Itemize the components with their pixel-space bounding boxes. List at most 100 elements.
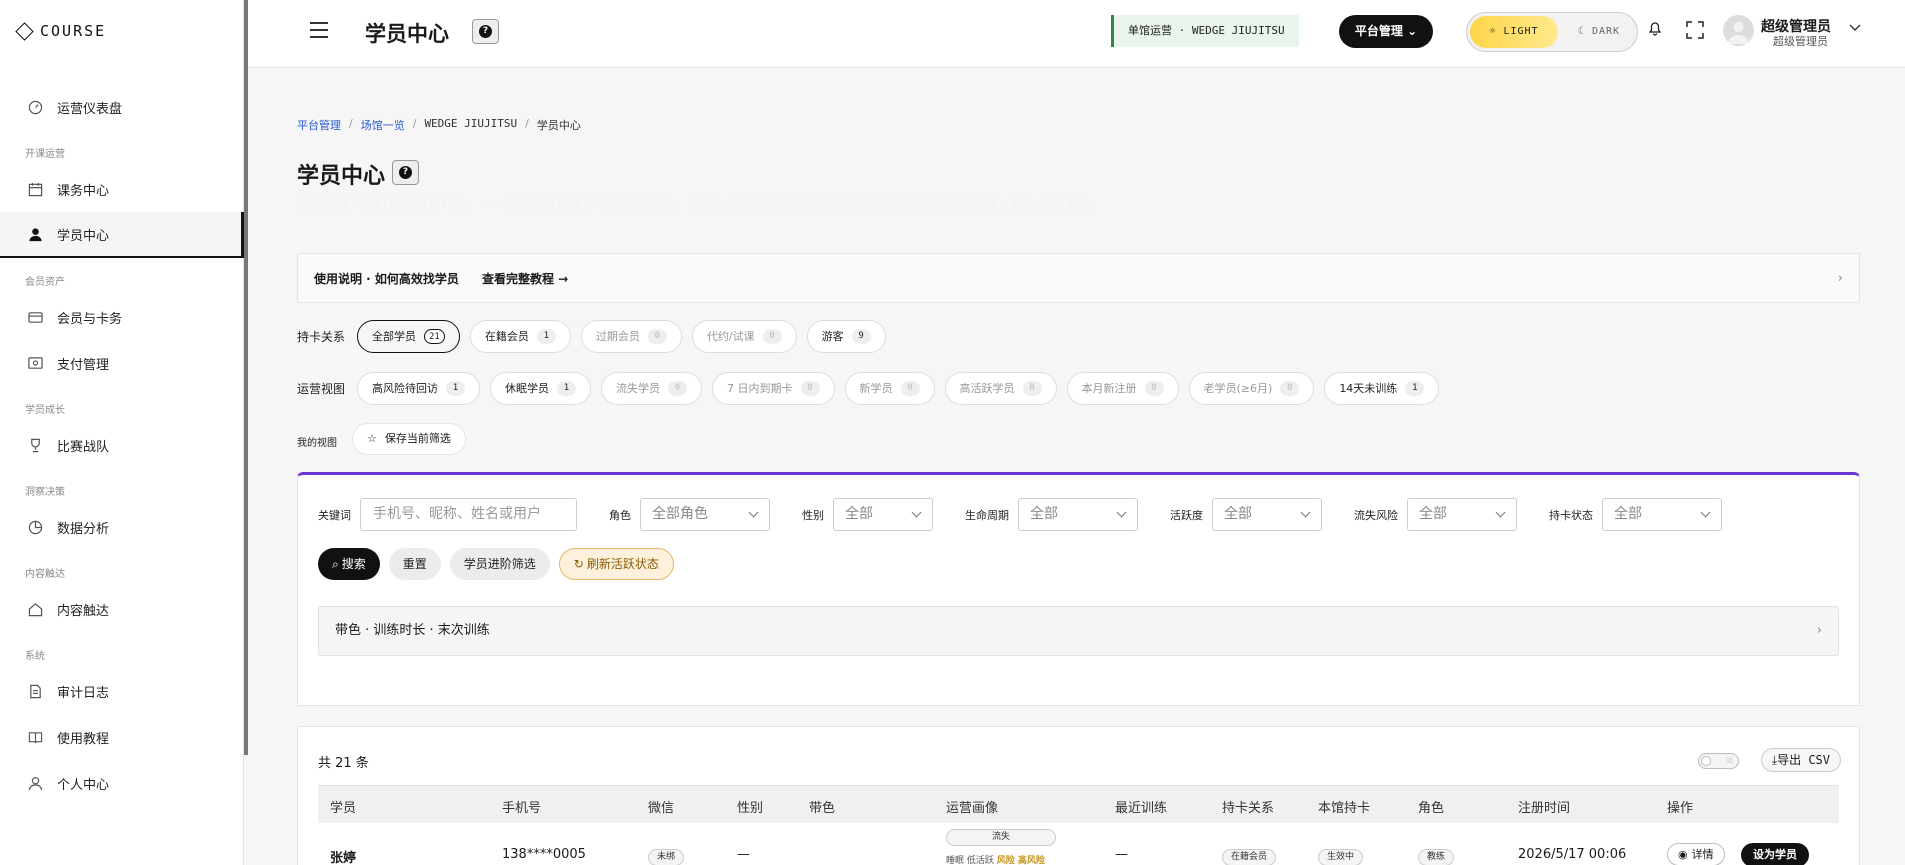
- sidebar-item-label: 使用教程: [57, 731, 110, 747]
- card-status-label: 持卡状态: [1549, 508, 1593, 522]
- sidebar-item[interactable]: 比赛战队: [0, 422, 244, 468]
- sidebar-item-label: 课务中心: [57, 183, 110, 199]
- role-select[interactable]: 全部角色: [640, 498, 770, 531]
- activity-select[interactable]: 全部: [1212, 498, 1322, 531]
- advanced-filter-button[interactable]: 学员进阶筛选: [449, 548, 550, 580]
- filter-chip[interactable]: 流失学员 0: [601, 372, 702, 405]
- chip-count: 1: [1405, 381, 1425, 396]
- keyword-input[interactable]: 手机号、昵称、姓名或用户: [360, 498, 577, 531]
- table-row[interactable]: 张婷 138****0005 未绑 — 流失 睡眠 低活跃 风险 高风险 — 在…: [318, 823, 1839, 865]
- sidebar-item[interactable]: 使用教程: [0, 714, 244, 760]
- student-name[interactable]: 张婷: [330, 847, 356, 865]
- menu-toggle-icon[interactable]: [310, 22, 328, 38]
- calendar-icon: [27, 181, 43, 197]
- column-header: 角色: [1418, 801, 1445, 816]
- advanced-criteria-collapse[interactable]: 带色 · 训练时长 · 末次训练 ›: [318, 606, 1839, 656]
- refresh-activity-button[interactable]: ↻ 刷新活跃状态: [558, 548, 674, 580]
- breadcrumb-venue: WEDGE JIUJITSU: [424, 117, 518, 130]
- platform-menu-label: 平台管理: [1354, 24, 1403, 38]
- help-icon[interactable]: ?: [472, 19, 499, 44]
- eye-icon: ◉: [1678, 848, 1688, 861]
- detail-button[interactable]: ◉ 详情: [1667, 843, 1725, 865]
- chip-count: 1: [446, 381, 465, 396]
- filter-chip[interactable]: 休眠学员 1: [490, 372, 591, 405]
- gender-select[interactable]: 全部: [833, 498, 933, 531]
- sidebar-item[interactable]: 运营仪表盘: [0, 84, 244, 130]
- filter-chip[interactable]: 在籍会员 1: [469, 320, 571, 353]
- help-icon[interactable]: ?: [392, 160, 419, 185]
- filter-chip[interactable]: 本月新注册 0: [1066, 372, 1179, 405]
- theme-dark-label: DARK: [1591, 26, 1621, 37]
- search-button[interactable]: ⌕ 搜索: [318, 548, 380, 580]
- export-csv-button[interactable]: ⤓导出 CSV: [1760, 748, 1841, 772]
- breadcrumb-platform[interactable]: 平台管理: [297, 117, 341, 133]
- filter-chip[interactable]: 高风险待回访 1: [357, 372, 480, 405]
- avatar[interactable]: [1723, 15, 1754, 46]
- filter-chip[interactable]: 游客 9: [806, 320, 886, 353]
- sidebar-item[interactable]: 课务中心: [0, 166, 244, 212]
- chip-label: 14天未训练: [1339, 382, 1398, 395]
- filter-chip[interactable]: 代约/试课 0: [691, 320, 797, 353]
- chip-count: 0: [900, 381, 920, 396]
- chip-count: 9: [851, 329, 871, 344]
- chip-label: 流失学员: [616, 382, 660, 395]
- sidebar-item[interactable]: 学员中心: [0, 212, 244, 258]
- column-header: 持卡关系: [1222, 801, 1275, 816]
- brand-logo[interactable]: COURSE: [15, 21, 107, 41]
- chip-label: 高风险待回访: [372, 382, 438, 395]
- chip-label: 新学员: [859, 382, 893, 395]
- sidebar-item[interactable]: 支付管理: [0, 340, 244, 386]
- brand-name: COURSE: [40, 22, 107, 40]
- profile-activity: 睡眠 低活跃: [946, 856, 997, 865]
- filter-chip[interactable]: 全部学员 21: [357, 320, 460, 353]
- sidebar: COURSE 运营仪表盘 开课运营 课务中心 学员中心 会员资产 会员与卡务 支付管理 学员成…: [0, 0, 244, 865]
- gauge-icon: [27, 99, 43, 115]
- sidebar-item[interactable]: 数据分析: [0, 504, 244, 550]
- fullscreen-icon[interactable]: [1686, 21, 1704, 39]
- card-relation-label: 持卡关系: [297, 330, 346, 344]
- refresh-label: 刷新活跃状态: [586, 557, 659, 571]
- payment-icon: [27, 355, 43, 371]
- student-gender: —: [737, 847, 750, 862]
- reset-button[interactable]: 重置: [388, 548, 441, 580]
- filter-chip[interactable]: 过期会员 0: [580, 320, 682, 353]
- save-filter-button[interactable]: ☆ 保存当前筛选: [352, 423, 466, 455]
- churn-risk-select[interactable]: 全部: [1407, 498, 1517, 531]
- last-training: —: [1115, 847, 1128, 862]
- compact-toggle[interactable]: 简: [1698, 753, 1739, 769]
- column-header: 手机号: [502, 801, 542, 816]
- filter-chip[interactable]: 老学员(≥6月) 0: [1188, 372, 1315, 405]
- filter-chip[interactable]: 高活跃学员 0: [944, 372, 1057, 405]
- sidebar-group-label: 开课运营: [25, 149, 65, 160]
- full-tutorial-link[interactable]: 查看完整教程 →: [482, 270, 568, 287]
- platform-menu-button[interactable]: 平台管理 ⌄: [1339, 15, 1433, 48]
- sidebar-scrollbar[interactable]: [244, 0, 248, 755]
- set-as-student-button[interactable]: 设为学员: [1741, 843, 1809, 865]
- sidebar-item[interactable]: 审计日志: [0, 668, 244, 714]
- filter-chip[interactable]: 14天未训练 1: [1324, 372, 1440, 405]
- activity-label: 活跃度: [1170, 508, 1203, 522]
- filter-panel: 关键词 手机号、昵称、姓名或用户 角色 全部角色 性别 全部 生命周期 全部 活…: [297, 472, 1860, 706]
- venue-badge: 单馆运营 · WEDGE JIUJITSU: [1111, 15, 1299, 47]
- filter-chip[interactable]: 7 日内到期卡 0: [712, 372, 835, 405]
- chevron-down-icon[interactable]: [1849, 24, 1861, 32]
- sidebar-item[interactable]: 个人中心: [0, 760, 244, 806]
- theme-light-option[interactable]: ☼ LIGHT: [1470, 16, 1558, 48]
- sidebar-item[interactable]: 内容触达: [0, 586, 244, 632]
- chevron-right-icon: ›: [1816, 623, 1822, 638]
- chip-count: 0: [762, 329, 782, 344]
- filter-chip[interactable]: 新学员 0: [844, 372, 935, 405]
- column-header: 微信: [648, 801, 675, 816]
- theme-dark-option[interactable]: ☾ DARK: [1563, 16, 1635, 48]
- usage-guide-bar[interactable]: 使用说明 · 如何高效找学员 查看完整教程 → ›: [297, 253, 1860, 303]
- save-filter-label: 保存当前筛选: [384, 432, 451, 445]
- breadcrumb-venues[interactable]: 场馆一览: [361, 117, 405, 133]
- bell-icon[interactable]: [1648, 20, 1662, 36]
- compact-toggle-label: 简: [1726, 757, 1733, 765]
- lifecycle-select[interactable]: 全部: [1018, 498, 1138, 531]
- sidebar-item[interactable]: 会员与卡务: [0, 294, 244, 340]
- chip-label: 在籍会员: [484, 330, 529, 343]
- chip-label: 游客: [821, 330, 844, 343]
- relation-tag: 在籍会员: [1222, 849, 1277, 865]
- card-status-select[interactable]: 全部: [1602, 498, 1722, 531]
